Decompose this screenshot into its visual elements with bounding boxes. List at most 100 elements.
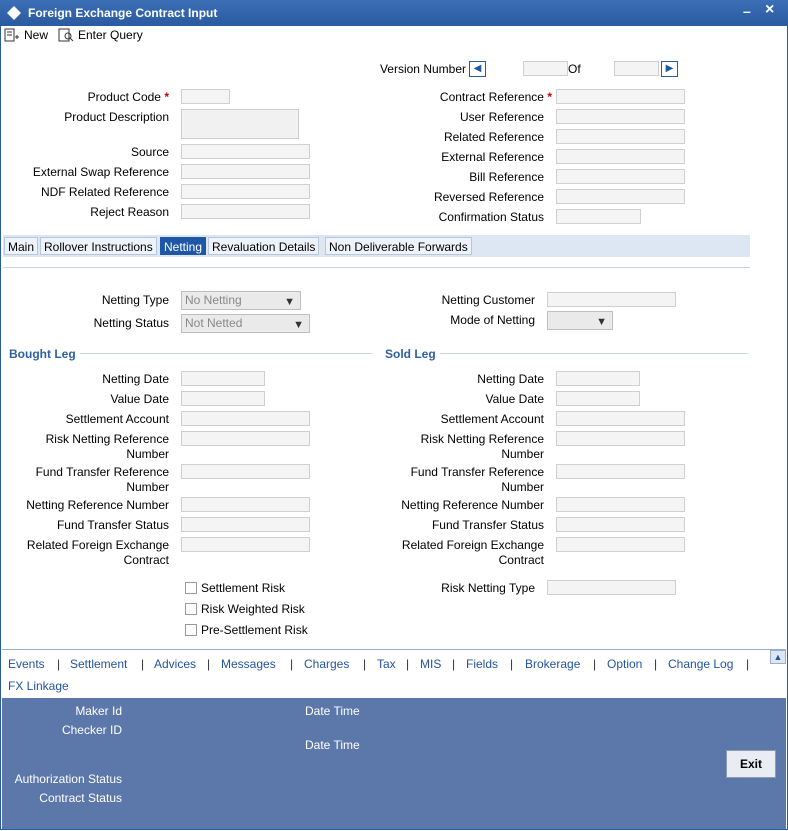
settlement-risk-checkbox[interactable] — [185, 582, 197, 594]
settlement-risk-label: Settlement Risk — [201, 581, 286, 595]
total-versions-field[interactable] — [614, 61, 659, 76]
sold-related-fx-contract-field[interactable] — [556, 537, 685, 552]
link-fields[interactable]: Fields — [466, 657, 498, 671]
tab-content-divider — [3, 267, 750, 268]
sold-fund-transfer-reference-field[interactable] — [556, 464, 685, 479]
new-document-icon — [4, 28, 19, 42]
link-brokerage[interactable]: Brokerage — [525, 657, 580, 671]
netting-status-value: Not Netted — [185, 316, 243, 330]
link-settlement[interactable]: Settlement — [70, 657, 127, 671]
reject-reason-label: Reject Reason — [90, 205, 169, 219]
link-tax[interactable]: Tax — [377, 657, 396, 671]
ndf-related-reference-label: NDF Related Reference — [40, 185, 169, 199]
link-charges[interactable]: Charges — [304, 657, 349, 671]
netting-type-label: Netting Type — [101, 293, 169, 307]
user-reference-label: User Reference — [459, 110, 544, 124]
chevron-down-icon: ▼ — [284, 296, 295, 308]
mode-of-netting-select[interactable]: ▼ — [547, 311, 613, 330]
tab-non-deliverable-forwards[interactable]: Non Deliverable Forwards — [325, 237, 472, 255]
risk-netting-type-label: Risk Netting Type — [441, 581, 535, 595]
tab-main[interactable]: Main — [4, 237, 39, 255]
external-reference-field[interactable] — [556, 149, 685, 164]
new-button[interactable]: New — [4, 28, 48, 42]
bought-risk-netting-reference-label: Risk Netting Reference Number — [10, 432, 169, 462]
version-number-field[interactable] — [523, 61, 568, 76]
link-fx-linkage[interactable]: FX Linkage — [8, 679, 69, 693]
reversed-reference-field[interactable] — [556, 189, 685, 204]
required-marker: * — [164, 90, 169, 104]
contract-reference-field[interactable] — [556, 89, 685, 104]
bought-fund-transfer-status-field[interactable] — [181, 517, 310, 532]
sold-fund-transfer-status-field[interactable] — [556, 517, 685, 532]
link-messages[interactable]: Messages — [221, 657, 276, 671]
checker-date-time-label: Date Time — [305, 738, 360, 752]
link-events[interactable]: Events — [8, 657, 45, 671]
netting-status-select[interactable]: Not Netted ▼ — [181, 314, 310, 333]
risk-netting-type-field[interactable] — [547, 580, 676, 595]
sold-related-fx-contract-label: Related Foreign Exchange Contract — [385, 538, 544, 568]
bought-value-date-label: Value Date — [110, 392, 169, 406]
label-line-1: Fund Transfer Reference — [410, 465, 544, 479]
bought-risk-netting-reference-field[interactable] — [181, 431, 310, 446]
link-separator: | — [593, 657, 597, 671]
maker-date-time-label: Date Time — [305, 704, 360, 718]
product-description-label: Product Description — [64, 110, 169, 124]
sold-netting-reference-number-label: Netting Reference Number — [401, 498, 544, 512]
sold-settlement-account-label: Settlement Account — [440, 412, 544, 426]
sold-value-date-field[interactable] — [556, 391, 640, 406]
checker-id-label: Checker ID — [61, 723, 122, 737]
related-reference-field[interactable] — [556, 129, 685, 144]
bought-settlement-account-field[interactable] — [181, 411, 310, 426]
sold-risk-netting-reference-field[interactable] — [556, 431, 685, 446]
link-option[interactable]: Option — [607, 657, 642, 671]
previous-version-button[interactable]: ◀ — [469, 61, 486, 77]
sold-settlement-account-field[interactable] — [556, 411, 685, 426]
sold-fund-transfer-status-label: Fund Transfer Status — [431, 518, 544, 532]
link-mis[interactable]: MIS — [420, 657, 441, 671]
new-label: New — [24, 28, 49, 42]
exit-button[interactable]: Exit — [726, 750, 776, 778]
risk-weighted-risk-label: Risk Weighted Risk — [201, 602, 305, 616]
user-reference-field[interactable] — [556, 109, 685, 124]
risk-weighted-risk-checkbox[interactable] — [185, 603, 197, 615]
next-version-button[interactable]: ▶ — [661, 61, 678, 77]
sold-netting-reference-number-field[interactable] — [556, 497, 685, 512]
maker-id-label: Maker Id — [75, 704, 122, 718]
bought-fund-transfer-reference-label: Fund Transfer Reference Number — [10, 465, 169, 495]
bought-value-date-field[interactable] — [181, 391, 265, 406]
link-separator: | — [654, 657, 658, 671]
netting-type-select[interactable]: No Netting ▼ — [181, 291, 301, 310]
link-advices[interactable]: Advices — [154, 657, 196, 671]
sold-netting-date-label: Netting Date — [477, 372, 544, 386]
ndf-related-reference-field[interactable] — [181, 184, 310, 199]
tab-revaluation-details[interactable]: Revaluation Details — [208, 237, 320, 255]
contract-reference-text: Contract Reference — [439, 90, 544, 104]
netting-customer-field[interactable] — [547, 292, 676, 307]
bought-fund-transfer-reference-field[interactable] — [181, 464, 310, 479]
link-change-log[interactable]: Change Log — [668, 657, 733, 671]
reject-reason-field[interactable] — [181, 204, 310, 219]
link-separator: | — [57, 657, 61, 671]
pre-settlement-risk-checkbox[interactable] — [185, 624, 197, 636]
netting-status-label: Netting Status — [93, 316, 169, 330]
enter-query-button[interactable]: Enter Query — [58, 28, 143, 42]
authorization-status-label: Authorization Status — [14, 772, 122, 786]
tab-netting[interactable]: Netting — [160, 237, 207, 255]
confirmation-status-field[interactable] — [556, 209, 641, 224]
scroll-up-icon[interactable]: ▲ — [770, 650, 786, 664]
external-swap-reference-field[interactable] — [181, 164, 310, 179]
source-field[interactable] — [181, 144, 310, 159]
tab-bar: Main Rollover Instructions Netting Reval… — [3, 235, 750, 257]
source-label: Source — [130, 145, 169, 159]
bought-related-fx-contract-field[interactable] — [181, 537, 310, 552]
tab-rollover-instructions[interactable]: Rollover Instructions — [40, 237, 157, 255]
link-separator: | — [207, 657, 211, 671]
bought-netting-reference-number-field[interactable] — [181, 497, 310, 512]
link-separator: | — [141, 657, 145, 671]
sold-netting-date-field[interactable] — [556, 371, 640, 386]
bill-reference-field[interactable] — [556, 169, 685, 184]
product-code-field[interactable] — [181, 89, 230, 104]
bought-netting-date-field[interactable] — [181, 371, 265, 386]
close-icon[interactable]: × — [765, 1, 774, 19]
minimize-icon[interactable]: – — [743, 3, 751, 19]
